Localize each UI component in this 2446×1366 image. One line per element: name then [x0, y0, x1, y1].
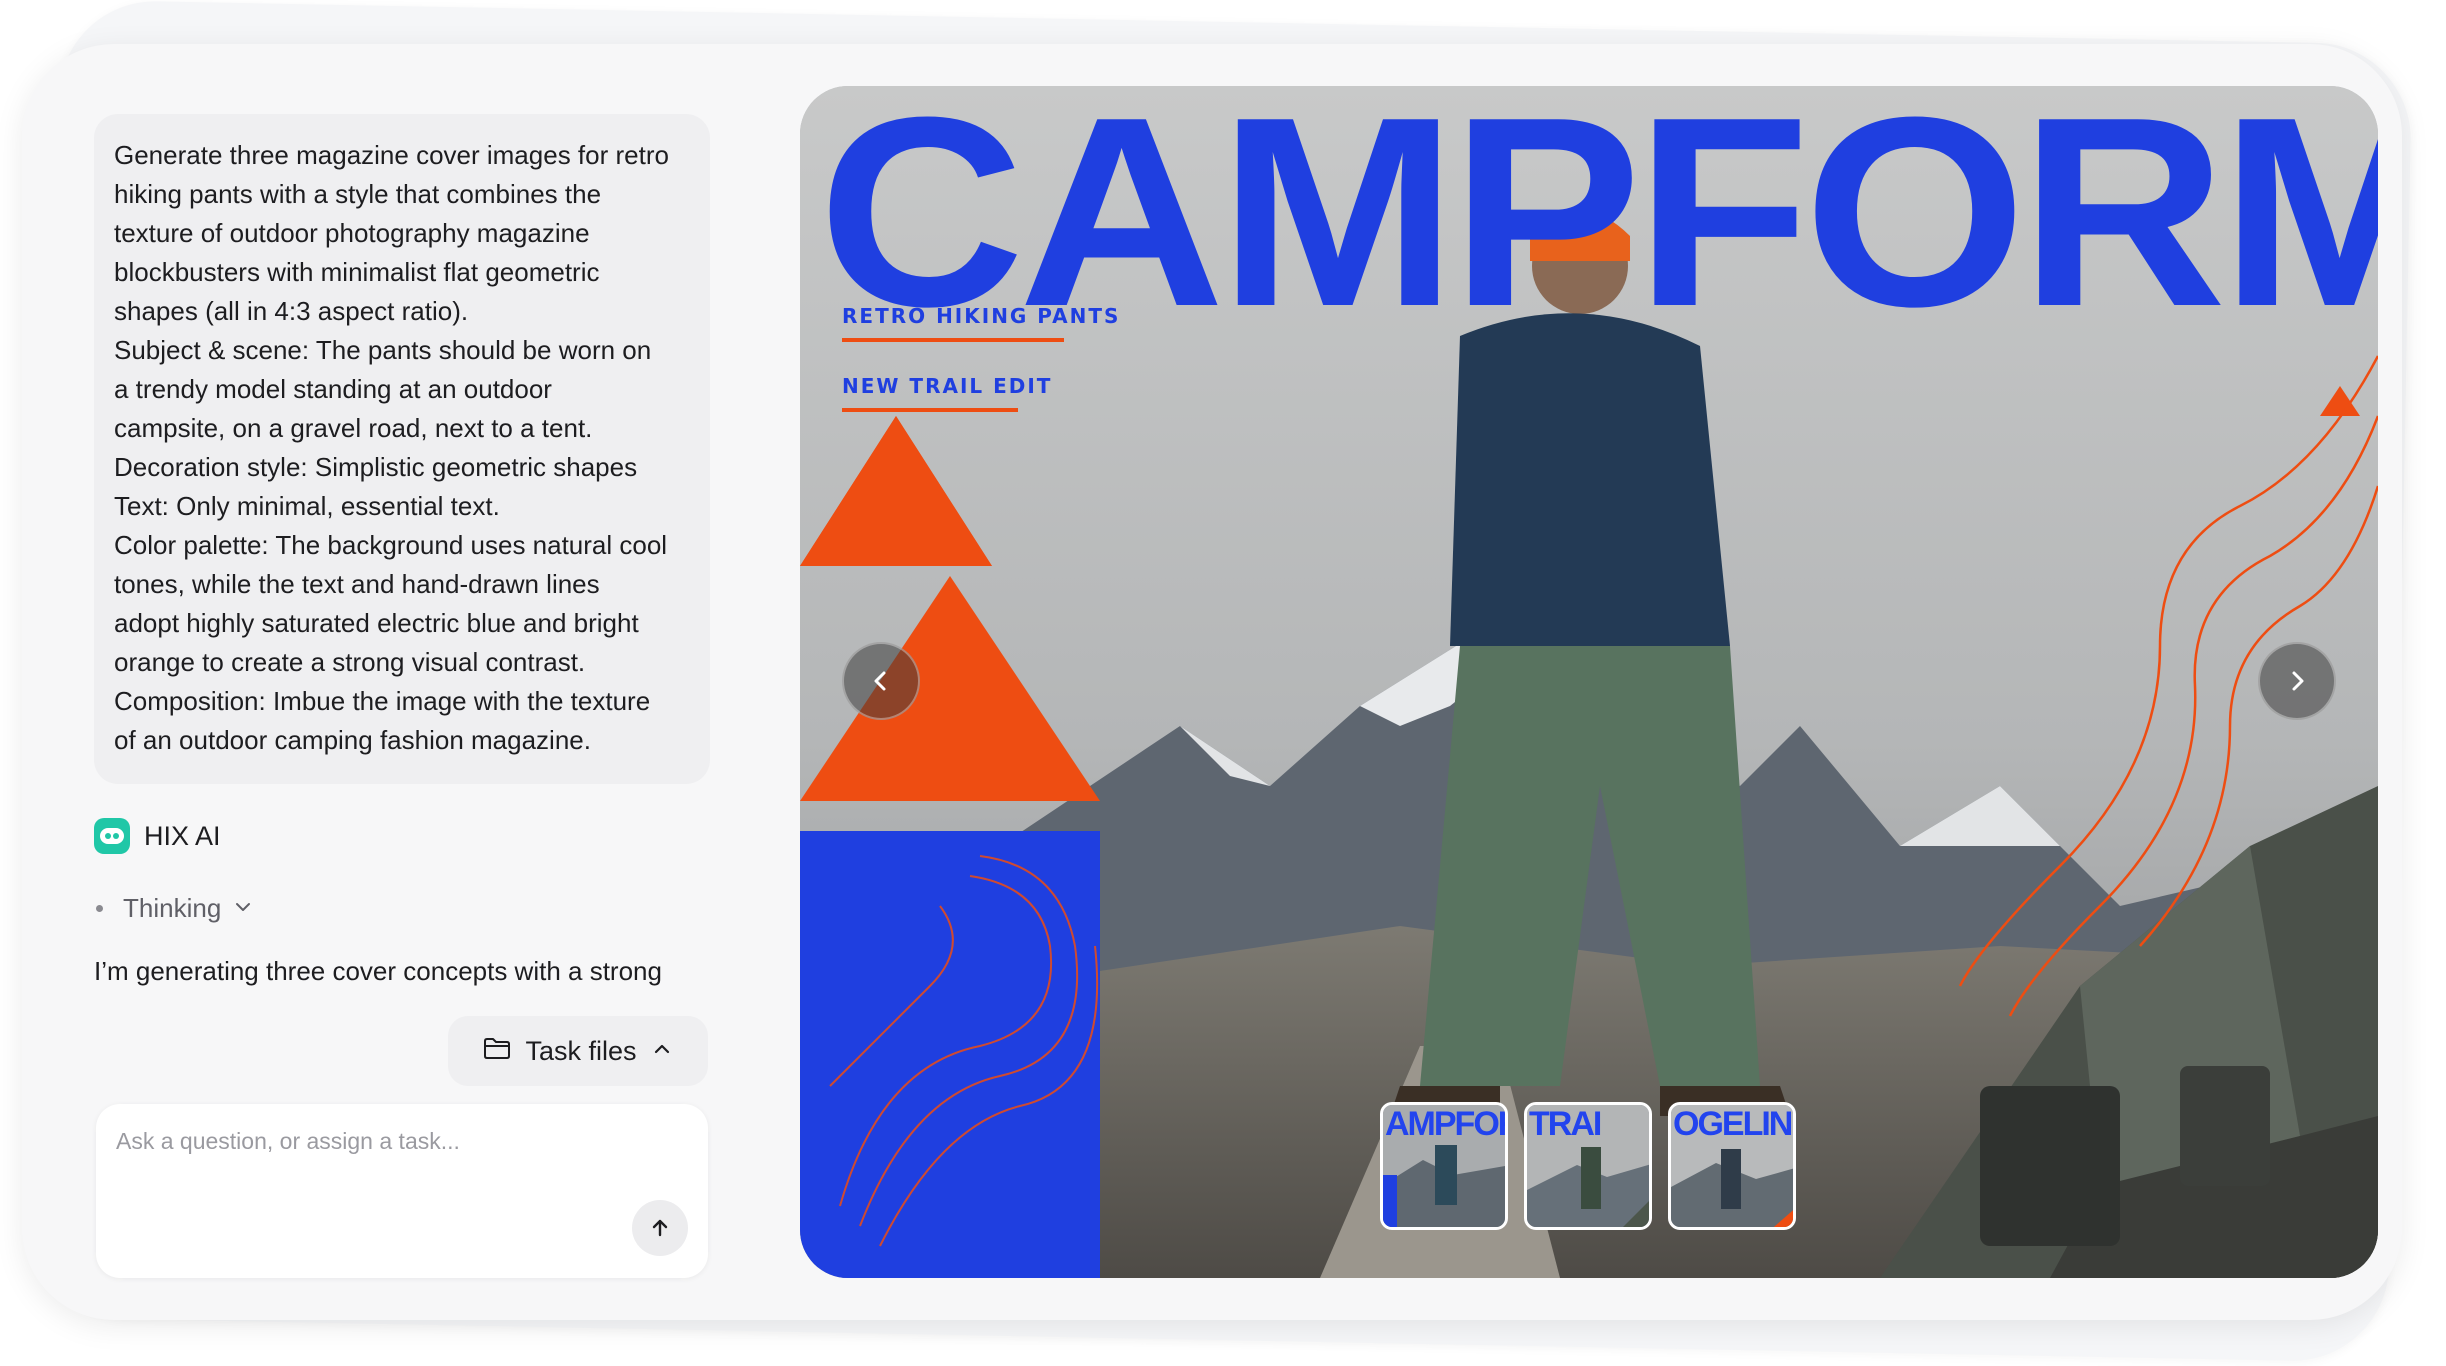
composer-input[interactable]: Ask a question, or assign a task...	[116, 1128, 460, 1155]
thumbnail-2[interactable]: TRAI	[1524, 1102, 1652, 1230]
composer[interactable]: Ask a question, or assign a task...	[96, 1104, 708, 1278]
chevron-left-icon	[874, 671, 886, 691]
cover-tag-2-text: NEW TRAIL EDIT	[842, 374, 1053, 398]
send-button[interactable]	[632, 1200, 688, 1256]
thumbnail-title: OGELINE	[1673, 1105, 1793, 1143]
chevron-down-icon	[233, 893, 253, 924]
cover-tag-1-text: RETRO HIKING PANTS	[842, 304, 1121, 328]
arrow-up-icon	[652, 1219, 668, 1237]
chevron-right-icon	[2292, 671, 2304, 691]
cover-tag-1: RETRO HIKING PANTS	[842, 304, 1121, 342]
task-files-label: Task files	[525, 1035, 637, 1066]
prev-image-button[interactable]	[842, 642, 920, 720]
prompt-line: shapes (all in 4:3 aspect ratio).	[114, 296, 469, 326]
prompt-line: blockbusters with minimalist flat geomet…	[114, 257, 600, 287]
prompt-line: Color palette: The background uses natur…	[114, 530, 668, 560]
prompt-line: orange to create a strong visual contras…	[114, 647, 586, 677]
thumbnail-3[interactable]: OGELINE	[1668, 1102, 1796, 1230]
prompt-line: of an outdoor camping fashion magazine.	[114, 725, 591, 755]
chevron-up-icon	[651, 1036, 673, 1067]
chat-panel: Generate three magazine cover images for…	[94, 114, 710, 996]
task-files-button[interactable]: Task files	[448, 1016, 708, 1086]
thumbnail-1[interactable]: AMPFORI	[1380, 1102, 1508, 1230]
prompt-line: Subject & scene: The pants should be wor…	[114, 335, 652, 365]
thinking-label: Thinking	[123, 892, 222, 923]
prompt-line: tones, while the text and hand-drawn lin…	[114, 569, 600, 599]
assistant-name: HIX AI	[144, 820, 221, 851]
prompt-line: hiking pants with a style that combines …	[114, 179, 602, 209]
prompt-line: adopt highly saturated electric blue and…	[114, 608, 639, 638]
user-prompt-bubble: Generate three magazine cover images for…	[94, 114, 710, 784]
thumbnail-title: AMPFORI	[1385, 1105, 1505, 1143]
prompt-line: Text: Only minimal, essential text.	[114, 491, 500, 521]
prompt-line: Composition: Imbue the image with the te…	[114, 686, 651, 716]
prompt-line: a trendy model standing at an outdoor	[114, 374, 552, 404]
folder-icon	[483, 1036, 511, 1067]
prompt-line: texture of outdoor photography magazine	[114, 218, 590, 248]
cover-image-viewer: CAMPFORM RETRO HIKING PANTS NEW TRAIL ED…	[800, 86, 2378, 1278]
next-image-button[interactable]	[2258, 642, 2336, 720]
prompt-line: Generate three magazine cover images for…	[114, 140, 669, 170]
thumbnail-strip: AMPFORI TRAI OGELINE	[1380, 1102, 1796, 1230]
assistant-response: I’m generating three cover concepts with…	[94, 956, 662, 986]
assistant-header: HIX AI	[94, 816, 710, 856]
prompt-line: Decoration style: Simplistic geometric s…	[114, 452, 638, 482]
tag-underline	[842, 408, 1018, 412]
thumbnail-title: TRAI	[1529, 1105, 1602, 1143]
cover-tag-2: NEW TRAIL EDIT	[842, 374, 1053, 412]
bullet-dot	[96, 904, 103, 912]
tag-underline	[842, 338, 1064, 342]
thinking-toggle[interactable]: Thinking	[94, 888, 710, 928]
prompt-line: campsite, on a gravel road, next to a te…	[114, 413, 593, 443]
hix-ai-logo-icon	[94, 818, 130, 854]
